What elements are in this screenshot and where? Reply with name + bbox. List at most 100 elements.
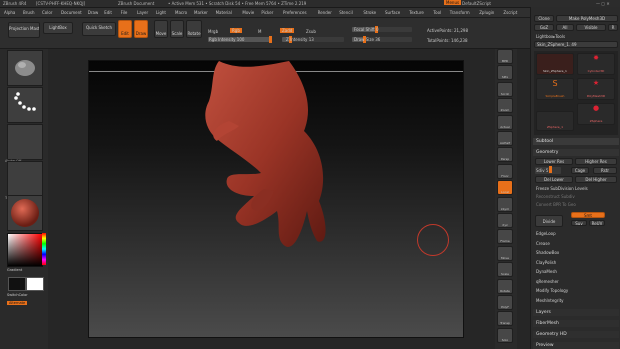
- menu-movie[interactable]: Movie: [242, 10, 254, 15]
- draw-button[interactable]: Draw: [134, 20, 148, 38]
- menu-zscript[interactable]: Zscript: [503, 10, 517, 15]
- shelf-zoom-button[interactable]: Zoom: [497, 98, 513, 114]
- rgb-intensity-slider[interactable]: Rgb Intensity 100: [208, 36, 272, 43]
- shelf-scroll-button[interactable]: Scroll: [497, 81, 513, 97]
- clone-button[interactable]: Clone: [534, 15, 554, 22]
- menu-marker[interactable]: Marker: [194, 10, 208, 15]
- menu-transform[interactable]: Transform: [450, 10, 470, 15]
- edit-button[interactable]: Edit: [118, 20, 132, 38]
- shelf-polyf-button[interactable]: PolyF: [497, 295, 513, 310]
- secondary-color-swatch[interactable]: [26, 277, 44, 291]
- gradient-label[interactable]: Gradient: [7, 268, 22, 272]
- menu-tool[interactable]: Tool: [433, 10, 441, 15]
- r-button[interactable]: R: [608, 24, 618, 31]
- menu-surface[interactable]: Surface: [385, 10, 400, 15]
- shelf-spix-button[interactable]: SPix: [497, 65, 513, 81]
- menu-file[interactable]: File: [121, 10, 128, 15]
- projection-master-button[interactable]: Projection Master: [8, 22, 40, 38]
- shelf-frame-button[interactable]: Frame: [497, 229, 513, 245]
- move-button[interactable]: Move: [154, 20, 168, 38]
- menu-macro[interactable]: Macro: [175, 10, 187, 15]
- zsub-toggle[interactable]: Zsub: [306, 29, 316, 34]
- divide-button[interactable]: Divide: [535, 215, 563, 227]
- shelf-scale-button[interactable]: Scale: [497, 262, 513, 278]
- suv-toggle[interactable]: Suv: [571, 220, 587, 226]
- shelf-persp-button[interactable]: Persp: [497, 147, 513, 163]
- scale-button[interactable]: Scale: [170, 20, 184, 38]
- sdiv-slider[interactable]: Sdiv 5: [535, 166, 561, 174]
- canvas-viewport[interactable]: [88, 60, 464, 338]
- geo-item-qremesher[interactable]: qRemesher: [536, 279, 559, 284]
- material-selector[interactable]: [7, 195, 43, 231]
- menu-picker[interactable]: Picker: [261, 10, 273, 15]
- m-toggle[interactable]: M: [258, 29, 261, 34]
- geo-item-modify-topology[interactable]: Modify Topology: [536, 288, 568, 293]
- menu-render[interactable]: Render: [318, 10, 332, 15]
- rgb-toggle[interactable]: Rgb: [230, 28, 242, 33]
- tool-polymesh[interactable]: ★ PolyMesh3D: [577, 78, 615, 100]
- menu-light[interactable]: Light: [156, 10, 166, 15]
- menu-zplugin[interactable]: Zplugin: [479, 10, 494, 15]
- focal-shift-slider[interactable]: Focal Shift 0: [352, 26, 412, 33]
- alpha-selector[interactable]: [7, 124, 43, 160]
- geo-item-claypolish[interactable]: ClayPolish: [536, 260, 556, 265]
- shelf-lsym-button[interactable]: LSym: [497, 196, 513, 212]
- tool-cylinder[interactable]: ✸ Cylinder3D: [577, 53, 615, 75]
- goz-button[interactable]: GoZ: [534, 24, 554, 31]
- switch-color-button[interactable]: SwitchColor: [7, 293, 28, 297]
- hue-strip[interactable]: [42, 233, 46, 265]
- z-intensity-slider[interactable]: Z Intensity 13: [282, 36, 344, 43]
- shelf-xyz-button[interactable]: Xyz: [497, 213, 513, 228]
- sculpt-model[interactable]: [89, 61, 463, 337]
- shelf-move-button[interactable]: Move: [497, 245, 513, 261]
- del-higher-button[interactable]: Del Higher: [575, 176, 617, 183]
- menu-material[interactable]: Material: [216, 10, 232, 15]
- shelf-floor-button[interactable]: Floor: [497, 163, 513, 179]
- shelf-rotate-button[interactable]: Rotate: [497, 278, 513, 294]
- lightbox-tools-link[interactable]: Lightbox▸Tools: [536, 34, 565, 39]
- subtool-header[interactable]: Subtool: [533, 138, 619, 145]
- alternate-button[interactable]: Alternate: [7, 301, 28, 305]
- menus-button[interactable]: Menus: [444, 0, 462, 5]
- section-geometry-hd[interactable]: Geometry HD: [533, 331, 619, 338]
- smt-toggle[interactable]: Smt: [571, 212, 605, 218]
- window-controls-icon[interactable]: — ▢ ✕: [596, 1, 610, 6]
- stroke-selector[interactable]: [7, 87, 43, 123]
- geo-item-edgeloop[interactable]: EdgeLoop: [536, 231, 556, 236]
- menu-stencil[interactable]: Stencil: [339, 10, 353, 15]
- geometry-header[interactable]: Geometry: [533, 149, 619, 156]
- menu-draw[interactable]: Draw: [88, 10, 98, 15]
- shelf-solo-button[interactable]: Solo: [497, 327, 513, 343]
- menu-texture[interactable]: Texture: [409, 10, 424, 15]
- texture-selector[interactable]: [7, 161, 43, 197]
- shelf-actual-button[interactable]: Actual: [497, 114, 513, 130]
- shelf-aahalf-button[interactable]: AAHalf: [497, 131, 513, 146]
- cage-button[interactable]: Cage: [571, 167, 589, 174]
- del-lower-button[interactable]: Del Lower: [535, 176, 573, 183]
- main-color-swatch[interactable]: [8, 277, 26, 291]
- section-fibermesh[interactable]: FiberMesh: [533, 320, 619, 327]
- convert-bpr-button[interactable]: Convert BPR To Geo: [536, 202, 576, 207]
- menu-preferences[interactable]: Preferences: [283, 10, 307, 15]
- tool-zsphere-1[interactable]: ZSphere_1: [536, 111, 574, 131]
- shelf-bpr-button[interactable]: BPR: [497, 49, 513, 64]
- visible-button[interactable]: Visible: [576, 24, 606, 31]
- menu-brush[interactable]: Brush: [23, 10, 35, 15]
- rotate-button[interactable]: Rotate: [186, 20, 202, 38]
- rstr-button[interactable]: Rstr: [593, 167, 617, 174]
- brush-selector[interactable]: [7, 50, 43, 86]
- all-button[interactable]: All: [556, 24, 574, 31]
- mrgb-toggle[interactable]: Mrgb: [208, 29, 218, 34]
- geo-item-dynamesh[interactable]: DynaMesh: [536, 269, 557, 274]
- section-preview[interactable]: Preview: [533, 342, 619, 349]
- reconstruct-subdiv-button[interactable]: Reconstruct Subdiv: [536, 194, 575, 199]
- tool-simplebrush[interactable]: S SimpleBrush: [536, 78, 574, 100]
- geo-item-shadowbox[interactable]: ShadowBox: [536, 250, 559, 255]
- freeze-subdivision-button[interactable]: Freeze SubDivision Levels: [536, 186, 588, 191]
- section-layers[interactable]: Layers: [533, 309, 619, 316]
- zscript-name[interactable]: DefaultZScript: [462, 1, 491, 6]
- lower-res-button[interactable]: Lower Res: [535, 158, 573, 165]
- shelf-local-button[interactable]: Local: [497, 180, 513, 196]
- menu-edit[interactable]: Edit: [104, 10, 112, 15]
- color-picker[interactable]: [7, 233, 43, 267]
